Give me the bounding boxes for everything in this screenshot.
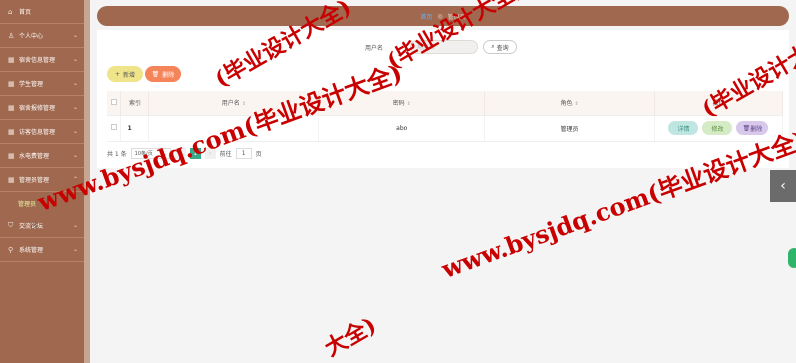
batch-delete-button[interactable]: 🗑 删除 — [145, 66, 181, 82]
page-size-value: 10条/页 — [134, 151, 153, 157]
grid-icon: ▦ — [8, 127, 15, 136]
chevron-up-icon: ⌃ — [72, 176, 78, 183]
row-role: 管理员 — [484, 115, 655, 142]
next-page-button[interactable]: › — [204, 148, 216, 159]
sidebar-item-label: 学生管理 — [19, 81, 44, 88]
grid-icon: ▦ — [8, 151, 15, 160]
chevron-down-icon: ⌄ — [72, 128, 78, 135]
table-row: 1 abo 管理员 详情 修改 🗑 删除 — [107, 115, 784, 142]
search-button[interactable]: ⌕ 查询 — [483, 40, 517, 54]
chevron-down-icon: ⌄ — [72, 246, 78, 253]
page-suffix: 页 — [255, 151, 262, 158]
page-size-select[interactable]: 10条/页 ⌄ — [130, 148, 171, 159]
chevron-down-icon: ⌄ — [72, 56, 78, 63]
home-icon: ⌂ — [8, 7, 13, 16]
user-icon: ♙ — [8, 31, 15, 40]
sidebar-item-admin-management[interactable]: ▦ 管理员管理 ⌃ — [0, 168, 84, 192]
chevron-down-icon: ⌄ — [72, 104, 78, 111]
breadcrumb-home-link[interactable]: 首页 — [420, 12, 432, 21]
sidebar-subitem-admin[interactable]: 管理员 — [0, 192, 84, 214]
sidebar-item-label: 宿舍信息管理 — [19, 57, 56, 64]
row-password: abo — [318, 115, 486, 142]
sort-icon[interactable]: ⇕ — [242, 101, 246, 107]
edit-button[interactable]: 修改 — [702, 121, 733, 135]
goto-page-input[interactable]: 1 — [235, 148, 252, 159]
breadcrumb: 首页 ◎ 管理员 — [97, 6, 789, 26]
floating-green-tab[interactable] — [788, 248, 796, 268]
column-header-actions: 操作 — [654, 91, 784, 116]
hand-cursor-icon: ☝ — [31, 221, 38, 232]
prev-page-button[interactable]: ‹ — [174, 148, 186, 159]
chevron-down-icon: ⌄ — [162, 150, 167, 157]
side-panel-toggle-button[interactable]: ‹ — [770, 170, 796, 202]
sort-icon[interactable]: ⇕ — [407, 101, 411, 107]
chevron-down-icon: ⌄ — [72, 152, 78, 159]
chevron-down-icon: ⌄ — [72, 222, 78, 229]
main-panel: 用户名 ⌕ 查询 + 新增 🗑 删除 索引 用户名⇕ 密码⇕ 角色⇕ 操作 1 — [97, 30, 789, 168]
sidebar-item-label: 宿舍报修管理 — [19, 105, 56, 112]
sidebar: ⌂ 首页 ♙ 个人中心 ⌄ ▦ 宿舍信息管理 ⌄ ▦ 学生管理 ⌄ ▦ 宿舍报修… — [0, 0, 84, 363]
detail-button[interactable]: 详情 — [668, 121, 699, 135]
sidebar-item-visitors[interactable]: ▦ 访客信息管理 ⌄ — [0, 120, 84, 144]
sidebar-item-label: 系统管理 — [19, 247, 44, 254]
delete-button-label: 删除 — [162, 71, 175, 79]
sidebar-item-forum[interactable]: ⛉ 交流论坛 ⌄ — [0, 214, 84, 238]
shield-icon: ⛉ — [8, 221, 14, 229]
sidebar-item-home[interactable]: ⌂ 首页 — [0, 0, 84, 24]
search-label: 用户名 — [365, 45, 384, 52]
watermark-text: 大全) — [320, 312, 381, 362]
sidebar-item-label: 访客信息管理 — [19, 129, 56, 136]
trash-icon: 🗑 — [742, 124, 751, 132]
column-header-password[interactable]: 密码 ⇕ — [318, 91, 486, 116]
search-icon: ⌕ — [491, 43, 495, 50]
sidebar-item-dorm-info[interactable]: ▦ 宿舍信息管理 ⌄ — [0, 48, 84, 72]
select-all-checkbox[interactable] — [110, 98, 117, 105]
grid-icon: ▦ — [8, 175, 15, 184]
trash-icon: 🗑 — [151, 70, 160, 78]
grid-icon: ▦ — [8, 55, 15, 64]
row-delete-button[interactable]: 🗑 删除 — [736, 121, 769, 135]
goto-label: 前往 — [219, 151, 232, 158]
select-all-header — [107, 91, 122, 116]
sidebar-item-label: 水电费管理 — [19, 153, 50, 160]
breadcrumb-current: 管理员 — [447, 13, 466, 21]
grid-icon: ▦ — [8, 79, 15, 88]
row-checkbox[interactable] — [110, 124, 117, 130]
add-button[interactable]: + 新增 — [107, 66, 143, 82]
column-header-role[interactable]: 角色 ⇕ — [484, 91, 655, 116]
row-actions: 详情 修改 🗑 删除 — [654, 115, 784, 142]
column-header-username[interactable]: 用户名 ⇕ — [148, 91, 320, 116]
plus-icon: + — [114, 70, 120, 78]
sidebar-item-repair[interactable]: ▦ 宿舍报修管理 ⌄ — [0, 96, 84, 120]
sort-icon[interactable]: ⇕ — [574, 101, 578, 107]
row-delete-label: 删除 — [750, 125, 763, 133]
chevron-down-icon: ⌄ — [72, 32, 78, 39]
row-index: 1 — [120, 115, 150, 142]
add-button-label: 新增 — [123, 71, 136, 79]
grid-icon: ▦ — [8, 103, 15, 112]
pin-icon: ⚲ — [8, 245, 14, 254]
page-number-button[interactable]: 1 — [189, 148, 201, 159]
chevron-down-icon: ⌄ — [72, 80, 78, 87]
breadcrumb-separator-icon: ◎ — [437, 12, 443, 20]
chevron-left-icon: ‹ — [780, 178, 786, 194]
pagination-total: 共 1 条 — [107, 151, 127, 158]
row-username — [148, 115, 320, 142]
sidebar-item-label: 管理员管理 — [19, 177, 50, 184]
search-button-label: 查询 — [496, 44, 509, 52]
sidebar-item-personal-center[interactable]: ♙ 个人中心 ⌄ — [0, 24, 84, 48]
pagination: 共 1 条 10条/页 ⌄ ‹ 1 › 前往 1 页 — [107, 148, 262, 159]
table-header-row: 索引 用户名 ⇕ 密码 ⇕ 角色 ⇕ 操作 — [107, 91, 784, 116]
data-table: 索引 用户名 ⇕ 密码 ⇕ 角色 ⇕ 操作 1 abo 管理员 详情 修改 🗑 … — [107, 91, 784, 142]
column-header-index: 索引 — [120, 91, 150, 116]
sidebar-item-utilities[interactable]: ▦ 水电费管理 ⌄ — [0, 144, 84, 168]
row-select-cell — [107, 115, 122, 142]
sidebar-subitem-label: 管理员 — [18, 200, 37, 208]
sidebar-item-students[interactable]: ▦ 学生管理 ⌄ — [0, 72, 84, 96]
sidebar-item-label: 个人中心 — [19, 33, 44, 40]
sidebar-item-system[interactable]: ⚲ 系统管理 ⌄ — [0, 238, 84, 262]
sidebar-divider — [84, 0, 90, 363]
search-input[interactable] — [410, 40, 478, 54]
sidebar-item-label: 首页 — [19, 9, 32, 16]
